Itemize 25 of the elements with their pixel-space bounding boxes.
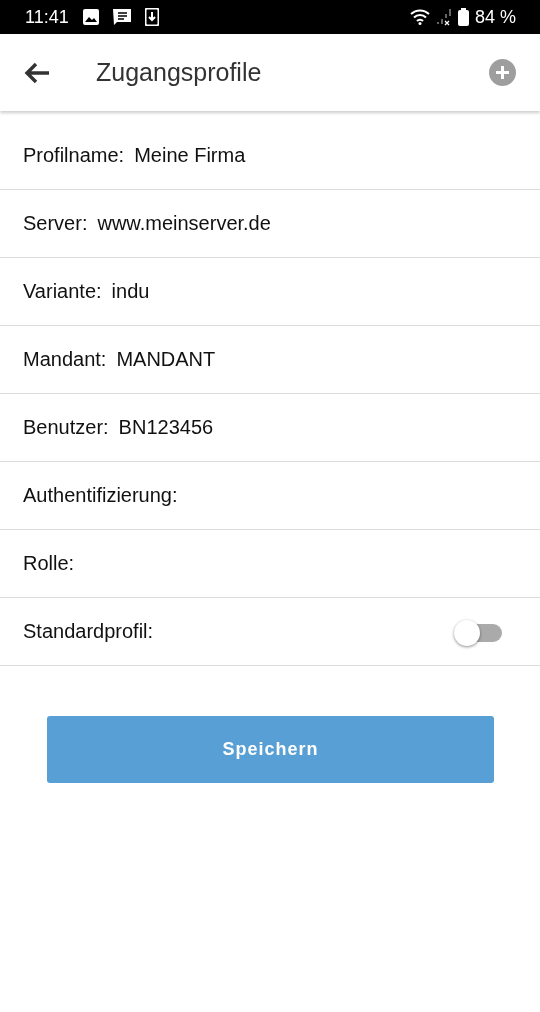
field-label: Authentifizierung: <box>23 484 178 507</box>
field-label: Benutzer: <box>23 416 109 439</box>
field-value: www.meinserver.de <box>97 212 271 235</box>
message-icon <box>112 9 131 25</box>
field-value: BN123456 <box>118 416 214 439</box>
clock: 11:41 <box>25 6 69 28</box>
battery-percentage: 84 % <box>474 6 516 28</box>
signal-icon <box>435 8 452 26</box>
image-icon <box>82 9 99 25</box>
save-button[interactable]: Speichern <box>47 716 494 783</box>
back-arrow-icon[interactable] <box>24 61 50 84</box>
battery-icon <box>457 8 469 26</box>
field-value: MANDANT <box>116 348 216 371</box>
field-label: Profilname: <box>23 144 125 167</box>
field-label: Variante: <box>23 280 102 303</box>
download-icon <box>144 8 159 26</box>
field-label: Standardprofil: <box>23 620 154 643</box>
add-icon[interactable] <box>489 59 516 86</box>
field-value: indu <box>111 280 150 303</box>
field-value: Meine Firma <box>134 144 246 167</box>
wifi-icon <box>409 9 430 25</box>
screen-title: Zugangsprofile <box>96 58 263 87</box>
field-label: Mandant: <box>23 348 107 371</box>
field-label: Server: <box>23 212 88 235</box>
field-label: Rolle: <box>23 552 75 575</box>
